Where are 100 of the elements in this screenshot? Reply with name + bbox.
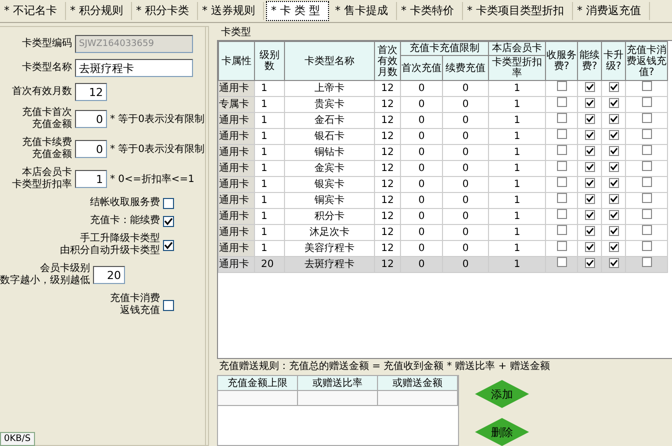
- input-field[interactable]: 0: [75, 140, 107, 158]
- tab[interactable]: * 卡 类 型: [266, 1, 329, 21]
- checkbox[interactable]: [642, 97, 652, 107]
- table-cell: 1: [261, 82, 268, 94]
- table-cell: 银宾卡: [314, 178, 344, 190]
- checkbox[interactable]: [642, 113, 652, 123]
- checkbox[interactable]: [163, 240, 174, 250]
- checkbox[interactable]: [608, 146, 618, 156]
- table-cell: 通用卡: [219, 114, 249, 126]
- checkbox[interactable]: [163, 300, 174, 310]
- checkbox[interactable]: [556, 177, 566, 187]
- checkbox[interactable]: [608, 242, 618, 252]
- table-cell: 0: [418, 82, 425, 94]
- checkbox[interactable]: [642, 161, 652, 171]
- input-field[interactable]: 12: [75, 83, 107, 101]
- table-cell: 12: [381, 162, 394, 174]
- checkbox[interactable]: [608, 226, 618, 236]
- checkbox[interactable]: [608, 82, 618, 92]
- checkbox[interactable]: [608, 178, 618, 188]
- field-note: * 等于0表示没有限制: [110, 142, 205, 156]
- checkbox[interactable]: [556, 145, 566, 155]
- checkbox[interactable]: [584, 146, 594, 156]
- checkbox[interactable]: [608, 194, 618, 204]
- table-cell: 金宾卡: [314, 162, 344, 174]
- table-cell: 0: [462, 178, 469, 190]
- table-cell: 1: [261, 146, 268, 158]
- checkbox[interactable]: [556, 193, 566, 203]
- table-cell: 通用卡: [219, 258, 249, 270]
- checkbox[interactable]: [642, 193, 652, 203]
- checkbox[interactable]: [163, 216, 174, 226]
- checkbox[interactable]: [584, 194, 594, 204]
- checkbox[interactable]: [556, 209, 566, 219]
- delete-button[interactable]: 删除: [475, 418, 529, 446]
- checkbox[interactable]: [584, 178, 594, 188]
- tab[interactable]: * 积分规则: [66, 2, 132, 20]
- tab[interactable]: * 卡类特价: [397, 2, 463, 20]
- input-field[interactable]: 0: [75, 110, 107, 128]
- table-cell: 12: [381, 114, 394, 126]
- tab[interactable]: * 卡类项目类型折扣: [463, 2, 573, 20]
- checkbox[interactable]: [584, 242, 594, 252]
- table-cell: 1: [261, 114, 268, 126]
- table-cell: 美容疗程卡: [304, 242, 354, 254]
- checkbox[interactable]: [584, 114, 594, 124]
- checkbox[interactable]: [608, 130, 618, 140]
- checkbox[interactable]: [642, 241, 652, 251]
- checkbox[interactable]: [163, 198, 174, 208]
- field-label: 卡类型名称: [22, 62, 72, 74]
- checkbox[interactable]: [556, 241, 566, 251]
- checkbox[interactable]: [608, 98, 618, 108]
- tab[interactable]: * 售卡提成: [331, 2, 397, 20]
- checkbox[interactable]: [642, 209, 652, 219]
- checkbox[interactable]: [642, 145, 652, 155]
- add-button[interactable]: 添加: [475, 380, 529, 408]
- checkbox[interactable]: [584, 82, 594, 92]
- field-label: 充值金额: [32, 149, 72, 161]
- tab[interactable]: * 消费返充值: [573, 2, 650, 20]
- table-cell: 1: [514, 178, 520, 190]
- tab[interactable]: * 积分卡类: [132, 2, 198, 20]
- checkbox[interactable]: [556, 225, 566, 235]
- checkbox[interactable]: [642, 257, 652, 267]
- checkbox[interactable]: [584, 130, 594, 140]
- checkbox[interactable]: [556, 257, 566, 267]
- checkbox[interactable]: [608, 162, 618, 172]
- checkbox[interactable]: [584, 226, 594, 236]
- checkbox[interactable]: [584, 210, 594, 220]
- table-cell: 12: [381, 130, 394, 142]
- tab[interactable]: * 不记名卡: [0, 2, 66, 20]
- table-cell: 12: [381, 178, 394, 190]
- checkbox[interactable]: [556, 129, 566, 139]
- column-header: 卡类型名称: [304, 56, 354, 66]
- table-cell: 1: [261, 226, 268, 238]
- table-cell: 0: [462, 210, 469, 222]
- checkbox[interactable]: [556, 161, 566, 171]
- table-cell: 0: [462, 98, 469, 110]
- column-header: 卡属性: [222, 56, 252, 66]
- table-cell: 1: [261, 162, 268, 174]
- checkbox[interactable]: [556, 113, 566, 123]
- column-header: 收服务费?: [546, 50, 576, 72]
- tab[interactable]: * 送券规则: [198, 2, 264, 20]
- field-label: 充值金额: [32, 119, 72, 131]
- checkbox[interactable]: [608, 258, 618, 268]
- checkbox[interactable]: [608, 210, 618, 220]
- input-field[interactable]: 去斑疗程卡: [75, 59, 193, 77]
- checkbox[interactable]: [642, 81, 652, 91]
- checkbox[interactable]: [584, 162, 594, 172]
- column-header: 充值卡充值限制: [410, 43, 480, 54]
- checkbox[interactable]: [556, 97, 566, 107]
- table-cell: 贵宾卡: [314, 98, 344, 110]
- checkbox[interactable]: [642, 177, 652, 187]
- table-cell: 1: [514, 114, 520, 126]
- input-field[interactable]: 20: [93, 266, 125, 284]
- input-field[interactable]: 1: [75, 170, 107, 188]
- checkbox[interactable]: [584, 98, 594, 108]
- checkbox[interactable]: [608, 114, 618, 124]
- table-cell: 1: [514, 146, 520, 158]
- checkbox[interactable]: [556, 81, 566, 91]
- field-label: 充值卡续费: [22, 137, 72, 148]
- checkbox[interactable]: [642, 129, 652, 139]
- checkbox[interactable]: [584, 258, 594, 268]
- checkbox[interactable]: [642, 225, 652, 235]
